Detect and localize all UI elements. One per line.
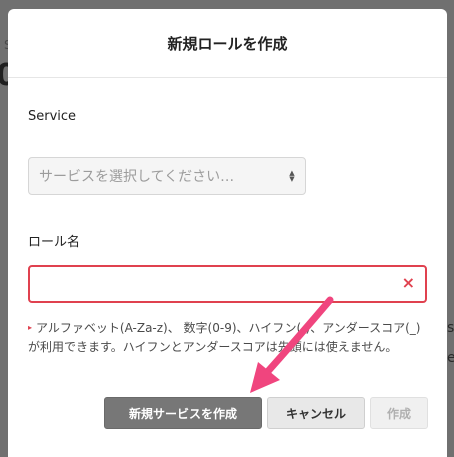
- caret-right-icon: ▸: [28, 323, 33, 332]
- service-label: Service: [28, 109, 77, 124]
- role-name-input[interactable]: [38, 269, 382, 301]
- role-name-label: ロール名: [28, 235, 81, 250]
- service-select-placeholder: サービスを選択してください…: [39, 169, 235, 185]
- role-name-help-text: アルファベット(A-Za-z)、 数字(0-9)、ハイフン(-)、アンダースコア…: [28, 321, 421, 354]
- role-name-help: ▸ アルファベット(A-Za-z)、 数字(0-9)、ハイフン(-)、アンダースコ…: [28, 318, 430, 357]
- select-arrows-icon: ▲ ▼: [289, 169, 295, 183]
- cancel-button[interactable]: キャンセル: [267, 397, 365, 429]
- create-button[interactable]: 作成: [370, 397, 428, 429]
- clear-icon[interactable]: ×: [402, 273, 415, 293]
- background-fragment: e: [447, 350, 454, 366]
- modal-title: 新規ロールを作成: [167, 34, 288, 53]
- service-select[interactable]: サービスを選択してください… ▲ ▼: [28, 157, 306, 195]
- new-role-modal: 新規ロールを作成 Service サービスを選択してください… ▲ ▼ ロール名 …: [8, 9, 447, 457]
- background-fragment: s: [447, 320, 454, 336]
- role-name-field[interactable]: ×: [28, 265, 427, 303]
- modal-header: 新規ロールを作成: [8, 9, 447, 78]
- create-service-button[interactable]: 新規サービスを作成: [104, 397, 262, 429]
